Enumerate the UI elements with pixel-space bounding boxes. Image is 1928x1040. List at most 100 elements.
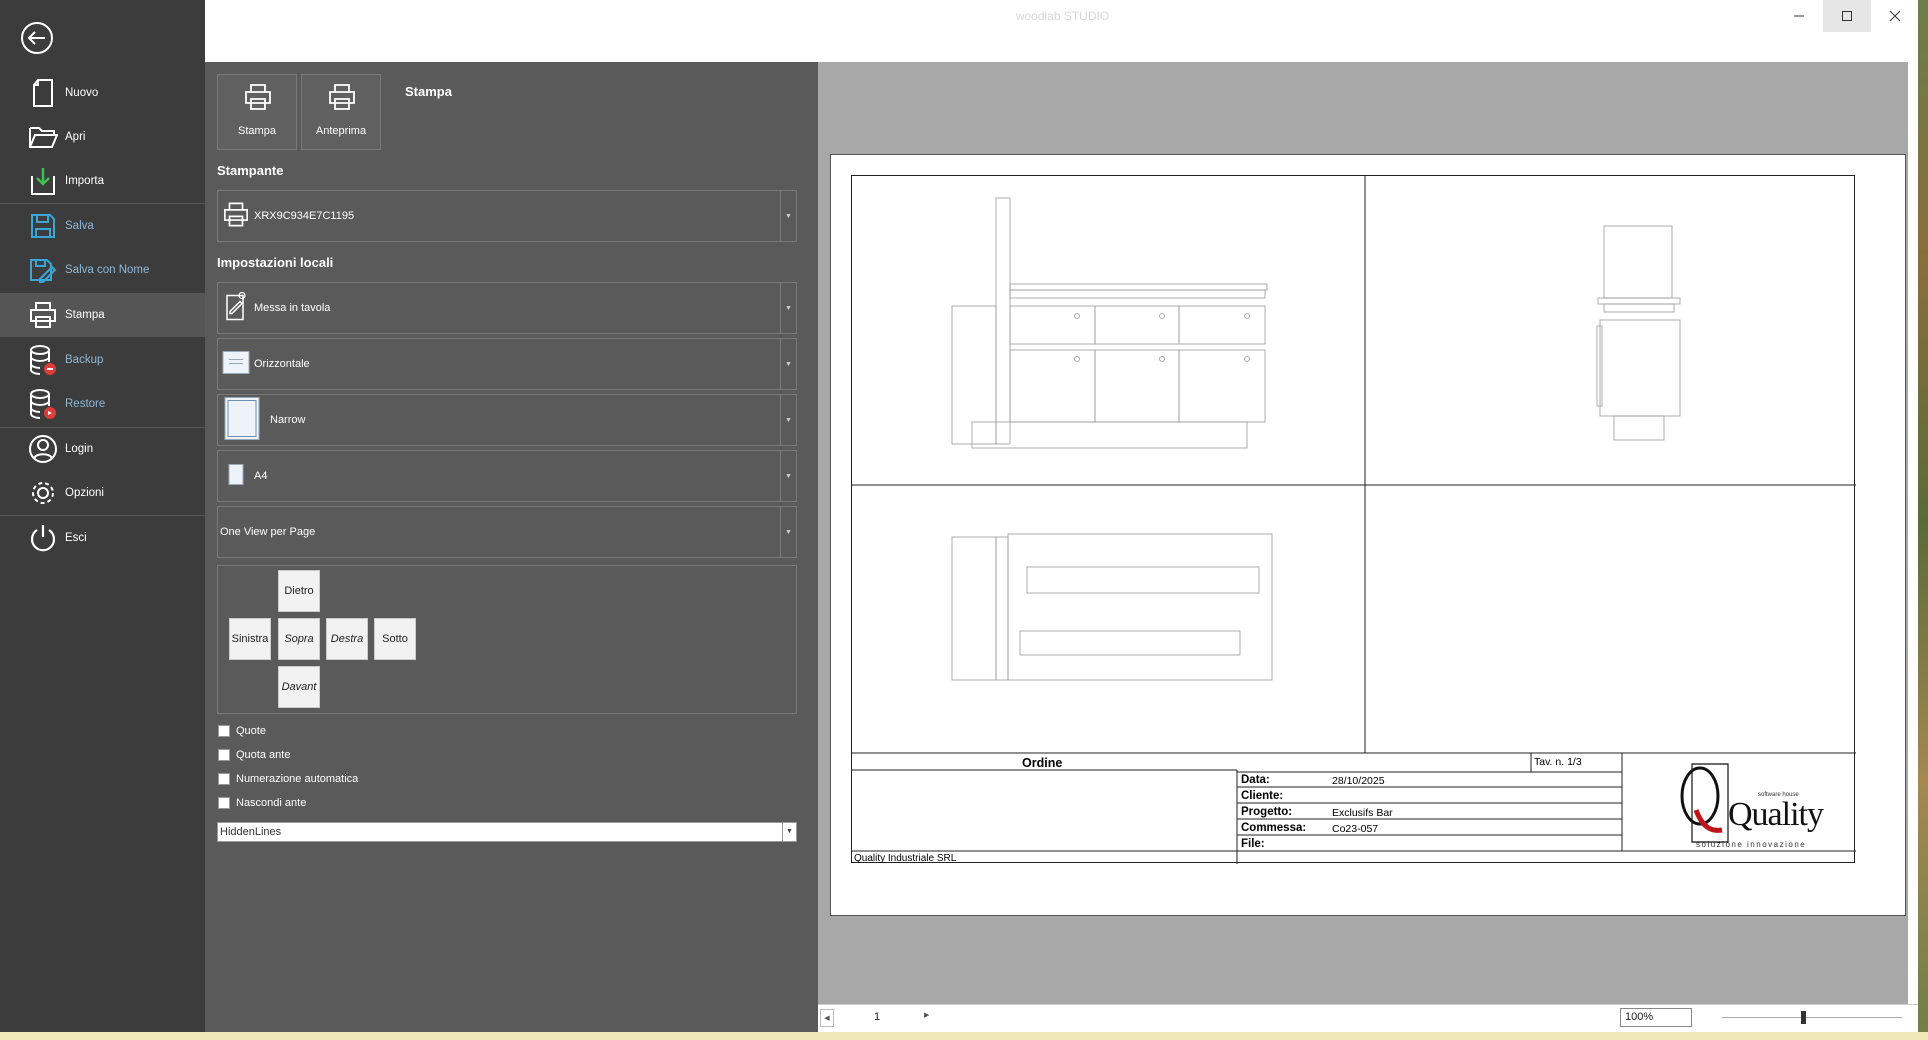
printer-icon xyxy=(222,202,250,231)
margins-select[interactable]: Narrow ▼ xyxy=(217,394,797,446)
quote-checkbox[interactable]: Quote xyxy=(218,725,266,737)
sidebar-item-label: Stampa xyxy=(65,309,105,321)
client-label: Cliente: xyxy=(1241,790,1284,802)
preview-button[interactable]: Anteprima xyxy=(301,74,381,150)
front-view-drawing xyxy=(951,197,1268,449)
printer-icon xyxy=(329,84,355,110)
printer-select[interactable]: XRX9C934E7C1195 ▼ xyxy=(217,190,797,242)
power-icon xyxy=(26,521,60,555)
desktop-background xyxy=(1918,0,1928,1040)
hidden-lines-select[interactable]: HiddenLines ▼ xyxy=(217,822,797,842)
logo-text: Quality xyxy=(1728,796,1824,833)
sidebar-item-label: Apri xyxy=(65,131,86,143)
chevron-down-icon[interactable]: ▼ xyxy=(780,451,796,501)
panel-splitter[interactable] xyxy=(810,62,818,1032)
close-button[interactable] xyxy=(1871,0,1919,32)
order-label: Ordine xyxy=(1022,756,1063,770)
checkbox-box[interactable] xyxy=(218,773,230,785)
printer-icon xyxy=(245,84,271,110)
layout-value: Messa in tavola xyxy=(254,302,331,314)
next-page-button[interactable]: ▶ xyxy=(924,1011,929,1019)
print-button[interactable]: Stampa xyxy=(217,74,297,150)
sidebar-item-label: Nuovo xyxy=(65,87,99,99)
minimize-button[interactable] xyxy=(1775,0,1823,32)
checkbox-box[interactable] xyxy=(218,749,230,761)
project-value: Exclusifs Bar xyxy=(1332,807,1393,819)
narrow-margins-icon xyxy=(224,397,260,444)
landscape-page-icon xyxy=(222,351,250,378)
logo-subtitle: software house xyxy=(1758,792,1799,798)
sidebar-item-stampa[interactable]: Stampa xyxy=(0,293,205,337)
chevron-down-icon[interactable]: ▼ xyxy=(780,191,796,241)
views-per-page-select[interactable]: One View per Page ▼ xyxy=(217,506,797,558)
view-top-button[interactable]: Sopra xyxy=(278,618,320,660)
chevron-down-icon[interactable]: ▼ xyxy=(780,395,796,445)
view-bottom-button[interactable]: Sotto xyxy=(374,618,416,660)
page-number-field[interactable]: 1 xyxy=(874,1011,880,1023)
sidebar-item-label: Backup xyxy=(65,354,104,366)
chevron-down-icon[interactable]: ▼ xyxy=(780,339,796,389)
checkbox-box[interactable] xyxy=(218,797,230,809)
job-value: Co23-057 xyxy=(1332,823,1379,835)
gear-icon xyxy=(26,476,60,510)
back-button[interactable] xyxy=(20,21,54,55)
orientation-select[interactable]: Orizzontale ▼ xyxy=(217,338,797,390)
chevron-down-icon[interactable]: ▼ xyxy=(780,507,796,557)
chevron-down-icon[interactable]: ▼ xyxy=(782,823,796,841)
window-title: woodlab STUDIO xyxy=(1015,9,1110,23)
save-icon xyxy=(26,209,60,243)
zoom-field[interactable]: 100% xyxy=(1620,1008,1692,1027)
zoom-slider[interactable] xyxy=(1722,1011,1902,1024)
quota-ante-checkbox[interactable]: Quota ante xyxy=(218,749,290,761)
sidebar-item-label: Salva con Nome xyxy=(65,264,150,276)
paper-size-select[interactable]: A4 ▼ xyxy=(217,450,797,502)
view-left-button[interactable]: Sinistra xyxy=(229,618,271,660)
status-bar: ◀ 1 ▶ 100% xyxy=(818,1004,1918,1030)
layout-select[interactable]: Messa in tavola ▼ xyxy=(217,282,797,334)
company-name: Quality Industriale SRL xyxy=(854,853,957,864)
maximize-button[interactable] xyxy=(1823,0,1871,32)
paper-size-value: A4 xyxy=(254,470,268,482)
sheet-number: Tav. n. 1/3 xyxy=(1534,756,1582,768)
sidebar-item-label: Opzioni xyxy=(65,487,104,499)
sidebar-item-nuovo[interactable]: Nuovo xyxy=(0,71,205,115)
views-per-page-value: One View per Page xyxy=(220,526,316,538)
drawing-sheet: Ordine Tav. n. 1/3 Data: 28/10/2025 Clie… xyxy=(851,175,1856,864)
sidebar-item-label: Esci xyxy=(65,532,87,544)
view-right-button[interactable]: Destra xyxy=(326,618,368,660)
sidebar-item-restore[interactable]: Restore xyxy=(0,382,205,426)
file-label: File: xyxy=(1241,838,1265,850)
user-icon xyxy=(26,432,60,466)
top-view-drawing xyxy=(951,533,1273,681)
printer-value: XRX9C934E7C1195 xyxy=(254,210,355,222)
checkbox-label: Nascondi ante xyxy=(236,797,307,809)
date-label: Data: xyxy=(1241,774,1270,786)
nascondi-ante-checkbox[interactable]: Nascondi ante xyxy=(218,797,306,809)
new-file-icon xyxy=(26,76,60,110)
checkbox-box[interactable] xyxy=(218,725,230,737)
sidebar-item-importa[interactable]: Importa xyxy=(0,159,205,203)
sidebar: Nuovo Apri Importa Salva Salva con Nome … xyxy=(0,0,205,1040)
prev-page-button[interactable]: ◀ xyxy=(820,1009,834,1027)
numerazione-checkbox[interactable]: Numerazione automatica xyxy=(218,773,358,785)
minimize-icon xyxy=(1794,15,1804,17)
view-selector: Dietro Sinistra Sopra Destra Sotto Davan… xyxy=(217,565,797,714)
page-icon xyxy=(228,464,244,489)
sidebar-item-opzioni[interactable]: Opzioni xyxy=(0,471,205,515)
project-label: Progetto: xyxy=(1241,806,1293,818)
sidebar-item-login[interactable]: Login xyxy=(0,427,205,471)
checkbox-label: Numerazione automatica xyxy=(236,773,359,785)
sidebar-item-salva[interactable]: Salva xyxy=(0,204,205,248)
sidebar-item-salva-con-nome[interactable]: Salva con Nome xyxy=(0,248,205,292)
chevron-down-icon[interactable]: ▼ xyxy=(780,283,796,333)
sidebar-item-esci[interactable]: Esci xyxy=(0,516,205,560)
quality-logo: Quality software house soluzione innovaz… xyxy=(1652,758,1824,850)
sidebar-item-backup[interactable]: Backup xyxy=(0,338,205,382)
view-front-button[interactable]: Davant xyxy=(278,666,320,708)
view-back-button[interactable]: Dietro xyxy=(278,570,320,612)
sidebar-item-apri[interactable]: Apri xyxy=(0,115,205,159)
zoom-slider-thumb[interactable] xyxy=(1801,1011,1806,1024)
local-settings-header: Impostazioni locali xyxy=(217,255,334,270)
date-value: 28/10/2025 xyxy=(1332,775,1385,787)
print-settings-panel: Stampa Anteprima Stampa Stampante XRX9C9… xyxy=(205,62,810,1032)
